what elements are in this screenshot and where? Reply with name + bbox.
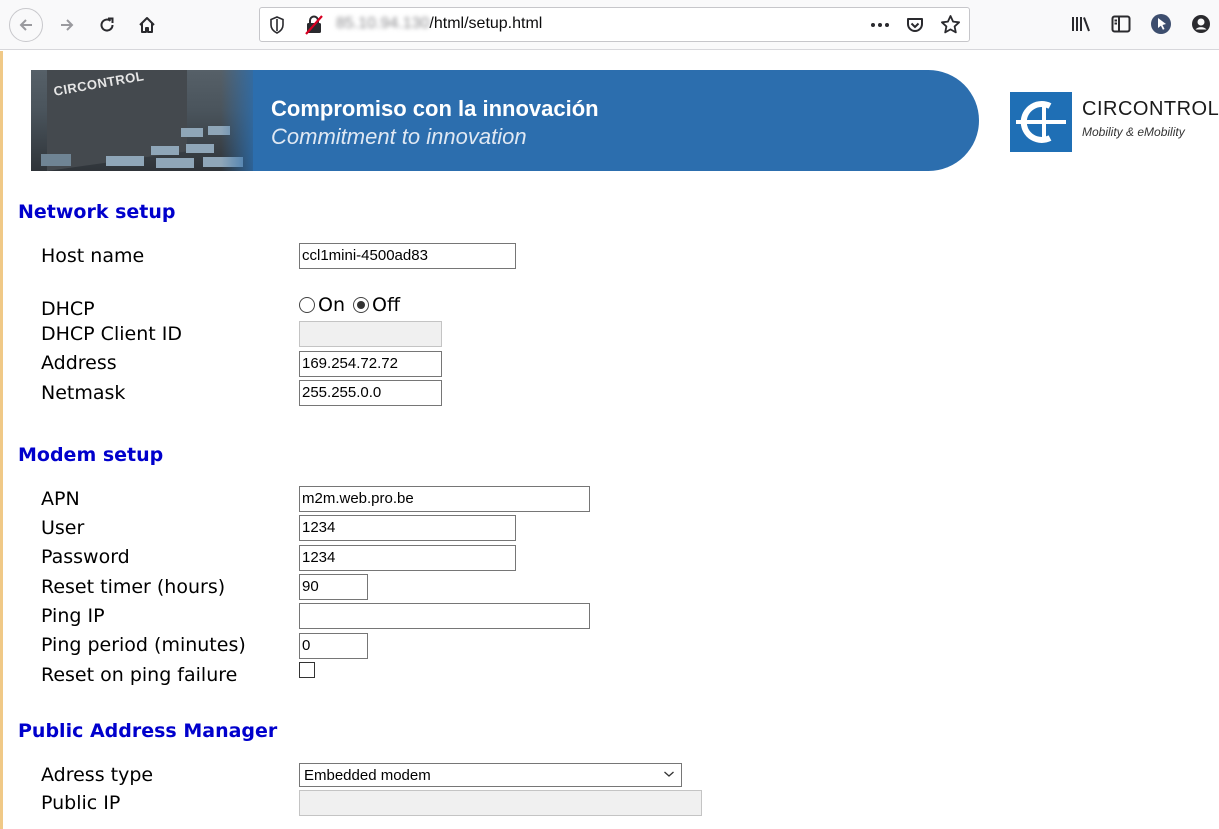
dhcp-on-radio[interactable] bbox=[299, 297, 315, 313]
password-label: Password bbox=[41, 546, 130, 568]
home-icon bbox=[139, 17, 155, 33]
apn-label: APN bbox=[41, 488, 80, 510]
sidebar-icon[interactable] bbox=[1111, 15, 1131, 33]
library-icon[interactable] bbox=[1071, 15, 1091, 33]
pocket-icon[interactable] bbox=[905, 15, 925, 35]
back-button[interactable] bbox=[9, 8, 43, 42]
dhcp-off-radio[interactable] bbox=[353, 297, 369, 313]
logo-name: CIRCONTROL bbox=[1082, 98, 1219, 120]
building-photo: CIRCONTROL bbox=[31, 70, 261, 171]
logo-tagline: Mobility & eMobility bbox=[1082, 125, 1185, 139]
address-input[interactable]: 169.254.72.72 bbox=[299, 351, 442, 377]
address-type-label: Adress type bbox=[41, 764, 154, 786]
netmask-input[interactable]: 255.255.0.0 bbox=[299, 380, 442, 406]
forward-button[interactable] bbox=[50, 8, 84, 42]
public-ip-label: Public IP bbox=[41, 792, 121, 814]
reset-on-ping-failure-label: Reset on ping failure bbox=[41, 664, 238, 686]
extension-icon[interactable] bbox=[1150, 13, 1172, 35]
arrow-right-icon bbox=[61, 19, 74, 31]
arrow-left-icon bbox=[19, 19, 32, 31]
ping-ip-input[interactable] bbox=[299, 603, 590, 629]
ping-period-input[interactable]: 0 bbox=[299, 633, 368, 659]
reset-timer-input[interactable]: 90 bbox=[299, 574, 368, 600]
public-address-manager-title: Public Address Manager bbox=[18, 720, 278, 742]
reset-on-ping-failure-checkbox[interactable] bbox=[299, 662, 315, 678]
apn-input[interactable]: m2m.web.pro.be bbox=[299, 486, 590, 512]
url-text: 85.10.94.130/html/setup.html bbox=[336, 15, 542, 33]
banner-title: Compromiso con la innovación bbox=[271, 96, 599, 121]
user-label: User bbox=[41, 517, 85, 539]
reset-timer-label: Reset timer (hours) bbox=[41, 576, 226, 598]
password-input[interactable]: 1234 bbox=[299, 545, 516, 571]
url-host: 85.10.94.130 bbox=[336, 15, 430, 32]
url-path: /html/setup.html bbox=[429, 15, 543, 32]
chevron-down-icon bbox=[664, 771, 674, 777]
network-setup-title: Network setup bbox=[18, 201, 176, 223]
ping-ip-label: Ping IP bbox=[41, 605, 105, 627]
dhcp-on-label: On bbox=[318, 294, 345, 316]
dhcp-off-label: Off bbox=[372, 294, 401, 316]
insecure-lock-icon bbox=[305, 15, 323, 35]
banner-subtitle: Commitment to innovation bbox=[271, 124, 527, 149]
browser-toolbar: 85.10.94.130/html/setup.html bbox=[0, 0, 1219, 50]
dhcp-label: DHCP bbox=[41, 298, 95, 320]
public-ip-input[interactable] bbox=[299, 790, 702, 816]
bookmark-star-icon[interactable] bbox=[940, 14, 961, 35]
reload-button[interactable] bbox=[90, 8, 124, 42]
home-button[interactable] bbox=[130, 8, 164, 42]
dhcp-client-id-input[interactable] bbox=[299, 321, 442, 347]
logo-mark bbox=[1010, 92, 1072, 152]
ping-period-label: Ping period (minutes) bbox=[41, 634, 246, 656]
modem-setup-title: Modem setup bbox=[18, 444, 164, 466]
address-label: Address bbox=[41, 352, 117, 374]
address-type-value: Embedded modem bbox=[304, 767, 431, 784]
netmask-label: Netmask bbox=[41, 382, 126, 404]
account-icon[interactable] bbox=[1191, 14, 1211, 34]
host-name-label: Host name bbox=[41, 245, 145, 267]
user-input[interactable]: 1234 bbox=[299, 515, 516, 541]
shield-icon bbox=[270, 16, 284, 34]
host-name-input[interactable]: ccl1mini-4500ad83 bbox=[299, 243, 516, 269]
window-edge bbox=[0, 51, 3, 829]
dhcp-client-id-label: DHCP Client ID bbox=[41, 323, 182, 345]
company-logo: CIRCONTROL Mobility & eMobility bbox=[1010, 92, 1219, 154]
reload-icon bbox=[100, 17, 114, 32]
more-actions-icon[interactable] bbox=[870, 22, 890, 28]
dhcp-radio-group: On Off bbox=[299, 294, 408, 316]
address-type-select[interactable]: Embedded modem bbox=[299, 763, 682, 787]
header-banner: CIRCONTROL Compromiso con la innovación … bbox=[31, 70, 979, 171]
